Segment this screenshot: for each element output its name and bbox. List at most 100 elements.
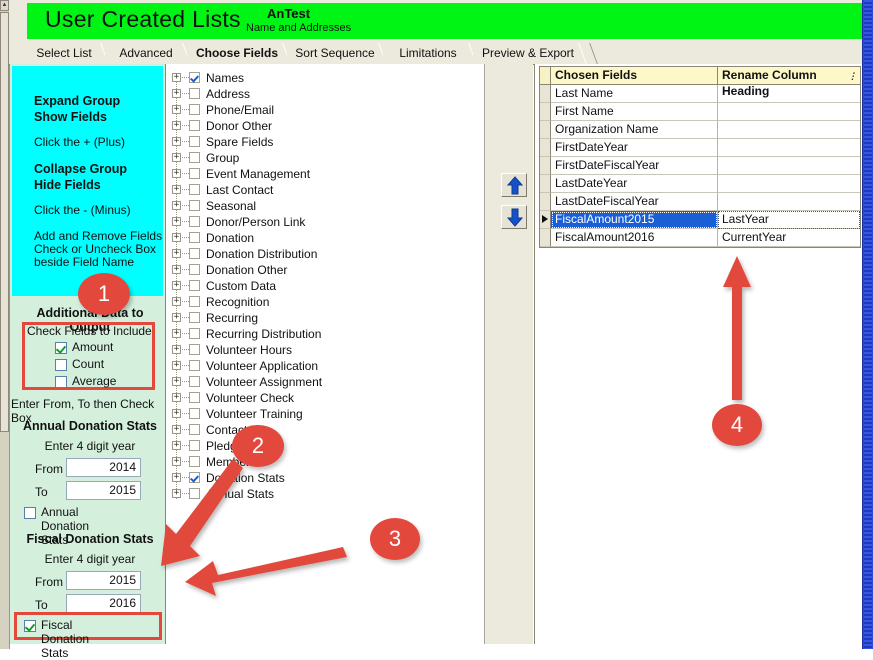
cell-chosen-field[interactable]: First Name: [551, 103, 718, 121]
expand-plus-icon[interactable]: +: [172, 217, 181, 226]
cell-rename-heading[interactable]: [718, 103, 860, 121]
tree-item-donation[interactable]: +Donation: [166, 230, 484, 246]
tab-limitations[interactable]: Limitations: [383, 43, 473, 64]
tree-item-donor-person-link[interactable]: +Donor/Person Link: [166, 214, 484, 230]
tree-item-checkbox[interactable]: [189, 136, 200, 147]
tree-item-group[interactable]: +Group: [166, 150, 484, 166]
cell-rename-heading[interactable]: LastYear: [718, 211, 860, 229]
cell-chosen-field[interactable]: FiscalAmount2015: [551, 211, 718, 229]
tree-item-volunteer-hours[interactable]: +Volunteer Hours: [166, 342, 484, 358]
amount-checkbox[interactable]: [55, 342, 67, 354]
tree-item-checkbox[interactable]: [189, 360, 200, 371]
expand-plus-icon[interactable]: +: [172, 361, 181, 370]
tree-item-donor-other[interactable]: +Donor Other: [166, 118, 484, 134]
cell-rename-heading[interactable]: [718, 157, 860, 175]
tree-item-seasonal[interactable]: +Seasonal: [166, 198, 484, 214]
expand-plus-icon[interactable]: +: [172, 153, 181, 162]
row-selector[interactable]: [540, 175, 551, 193]
tab-preview-export[interactable]: Preview & Export: [473, 43, 583, 64]
cell-rename-heading[interactable]: CurrentYear: [718, 229, 860, 247]
cell-rename-heading[interactable]: [718, 139, 860, 157]
expand-plus-icon[interactable]: +: [172, 265, 181, 274]
expand-plus-icon[interactable]: +: [172, 105, 181, 114]
expand-plus-icon[interactable]: +: [172, 281, 181, 290]
table-row[interactable]: LastDateFiscalYear: [540, 193, 860, 211]
tree-item-address[interactable]: +Address: [166, 86, 484, 102]
tree-item-checkbox[interactable]: [189, 424, 200, 435]
scroll-thumb[interactable]: [0, 12, 9, 432]
tree-item-donation-stats[interactable]: +Donation Stats: [166, 470, 484, 486]
tree-item-checkbox[interactable]: [189, 120, 200, 131]
tree-item-donation-distribution[interactable]: +Donation Distribution: [166, 246, 484, 262]
tree-item-checkbox[interactable]: [189, 88, 200, 99]
column-header-rename[interactable]: Rename Column Heading⋮: [718, 67, 860, 85]
expand-plus-icon[interactable]: +: [172, 329, 181, 338]
row-selector[interactable]: [540, 139, 551, 157]
tree-item-checkbox[interactable]: [189, 376, 200, 387]
scroll-up-button[interactable]: ▲: [0, 0, 9, 11]
tree-item-volunteer-assignment[interactable]: +Volunteer Assignment: [166, 374, 484, 390]
tree-item-checkbox[interactable]: [189, 104, 200, 115]
expand-plus-icon[interactable]: +: [172, 441, 181, 450]
expand-plus-icon[interactable]: +: [172, 169, 181, 178]
expand-plus-icon[interactable]: +: [172, 89, 181, 98]
table-row[interactable]: Organization Name: [540, 121, 860, 139]
expand-plus-icon[interactable]: +: [172, 457, 181, 466]
expand-plus-icon[interactable]: +: [172, 473, 181, 482]
expand-plus-icon[interactable]: +: [172, 249, 181, 258]
cell-chosen-field[interactable]: FiscalAmount2016: [551, 229, 718, 247]
chosen-fields-panel[interactable]: Chosen Fields Rename Column Heading⋮ Las…: [534, 64, 863, 644]
table-row[interactable]: FiscalAmount2016CurrentYear: [540, 229, 860, 247]
expand-plus-icon[interactable]: +: [172, 409, 181, 418]
cell-chosen-field[interactable]: LastDateYear: [551, 175, 718, 193]
cell-rename-heading[interactable]: [718, 175, 860, 193]
row-selector[interactable]: [540, 229, 551, 247]
tab-sort-sequence[interactable]: Sort Sequence: [287, 43, 383, 64]
tree-item-contact[interactable]: +Contact: [166, 422, 484, 438]
tree-item-checkbox[interactable]: [189, 232, 200, 243]
tree-item-checkbox[interactable]: [189, 472, 200, 483]
tree-item-checkbox[interactable]: [189, 456, 200, 467]
right-edge-scrollbar[interactable]: [862, 0, 873, 649]
tree-item-checkbox[interactable]: [189, 296, 200, 307]
tree-item-checkbox[interactable]: [189, 184, 200, 195]
expand-plus-icon[interactable]: +: [172, 137, 181, 146]
expand-plus-icon[interactable]: +: [172, 233, 181, 242]
tab-choose-fields[interactable]: Choose Fields: [187, 43, 287, 64]
cell-chosen-field[interactable]: Organization Name: [551, 121, 718, 139]
table-row[interactable]: Last Name: [540, 85, 860, 103]
fiscal-donation-stats-checkbox[interactable]: [24, 620, 36, 632]
expand-plus-icon[interactable]: +: [172, 313, 181, 322]
cell-rename-heading[interactable]: [718, 193, 860, 211]
expand-plus-icon[interactable]: +: [172, 377, 181, 386]
tree-item-checkbox[interactable]: [189, 488, 200, 499]
tree-item-donation-other[interactable]: +Donation Other: [166, 262, 484, 278]
cell-chosen-field[interactable]: FirstDateFiscalYear: [551, 157, 718, 175]
row-selector-current-icon[interactable]: [540, 211, 551, 229]
tree-item-checkbox[interactable]: [189, 408, 200, 419]
expand-plus-icon[interactable]: +: [172, 201, 181, 210]
expand-plus-icon[interactable]: +: [172, 345, 181, 354]
tree-item-checkbox[interactable]: [189, 168, 200, 179]
tree-item-pledge[interactable]: +Pledge: [166, 438, 484, 454]
tree-item-checkbox[interactable]: [189, 328, 200, 339]
tree-item-phone-email[interactable]: +Phone/Email: [166, 102, 484, 118]
tree-item-custom-data[interactable]: +Custom Data: [166, 278, 484, 294]
tree-item-checkbox[interactable]: [189, 440, 200, 451]
right-edge-scrollbar-track[interactable]: [864, 0, 872, 649]
column-header-chosen-fields[interactable]: Chosen Fields: [551, 67, 718, 85]
tree-item-recognition[interactable]: +Recognition: [166, 294, 484, 310]
row-selector[interactable]: [540, 103, 551, 121]
row-selector[interactable]: [540, 85, 551, 103]
tree-item-recurring-distribution[interactable]: +Recurring Distribution: [166, 326, 484, 342]
tree-item-names[interactable]: +Names: [166, 70, 484, 86]
table-row[interactable]: LastDateYear: [540, 175, 860, 193]
tab-select-list[interactable]: Select List: [23, 43, 105, 64]
annual-from-input[interactable]: 2014: [66, 458, 141, 477]
tree-item-event-management[interactable]: +Event Management: [166, 166, 484, 182]
cell-chosen-field[interactable]: Last Name: [551, 85, 718, 103]
tree-item-volunteer-check[interactable]: +Volunteer Check: [166, 390, 484, 406]
average-checkbox[interactable]: [55, 376, 67, 388]
table-row[interactable]: FiscalAmount2015LastYear: [540, 211, 860, 229]
move-up-button[interactable]: [501, 173, 527, 197]
